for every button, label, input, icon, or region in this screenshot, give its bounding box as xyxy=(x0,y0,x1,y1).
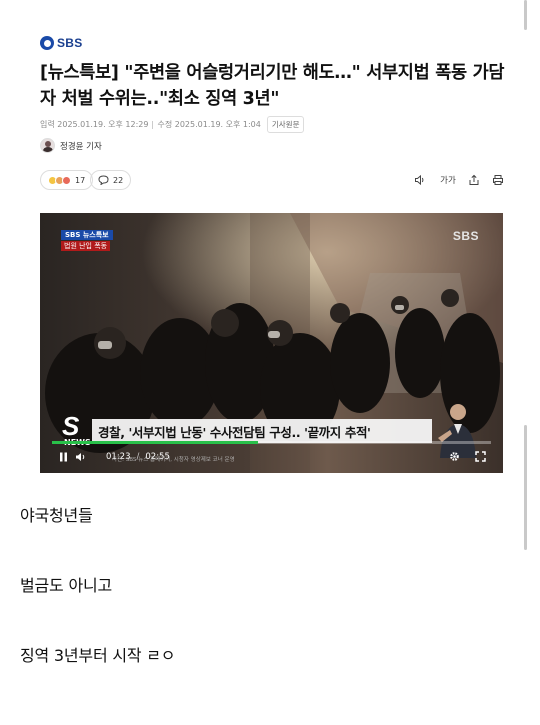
scrollbar-thumb[interactable] xyxy=(524,425,527,550)
comment-line-1: 야국청년들 xyxy=(20,506,93,525)
published-time: 입력 2025.01.19. 오후 12:29 xyxy=(40,120,149,129)
comment-count: 22 xyxy=(113,175,124,185)
article-title: [뉴스특보] "주변을 어슬렁거리기만 해도…" 서부지법 폭동 가담자 처벌 … xyxy=(40,63,505,109)
comment-bubble-icon xyxy=(98,175,109,185)
reactions-button[interactable]: 17 xyxy=(40,170,94,190)
divider xyxy=(152,120,154,129)
badge-topic: 법원 난입 폭동 xyxy=(61,241,111,251)
comment-line-2: 벌금도 아니고 xyxy=(20,576,113,595)
article-meta: 입력 2025.01.19. 오후 12:29 수정 2025.01.19. 오… xyxy=(40,116,305,133)
original-article-button[interactable]: 기사원문 xyxy=(266,116,305,133)
reaction-count: 17 xyxy=(75,175,86,185)
comment-line-3: 징역 3년부터 시작 ㄹㅇ xyxy=(20,646,176,665)
share-icon[interactable] xyxy=(466,172,482,188)
reporter-byline[interactable]: 정경윤 기자 xyxy=(40,138,102,153)
font-size-label: 가가 xyxy=(440,176,456,186)
video-progress-fill xyxy=(52,441,259,444)
video-player[interactable]: SBS 뉴스특보 법원 난입 폭동 SBS S NEWS 경찰, '서부지법 난… xyxy=(40,213,503,473)
broadcast-badge: SBS 뉴스특보 법원 난입 폭동 xyxy=(61,230,113,251)
pause-icon[interactable] xyxy=(56,450,70,464)
article-actions: 17 22 가가 xyxy=(40,170,505,190)
comments-button[interactable]: 22 xyxy=(90,170,132,190)
font-size-icon[interactable]: 가가 xyxy=(438,172,458,188)
video-progress-bar[interactable] xyxy=(52,441,491,444)
news-caption: 경찰, '서부지법 난동' 수사전담팀 구성.. '끝까지 추적' xyxy=(92,419,432,443)
sbs-logo-text: SBS xyxy=(57,36,83,50)
reaction-emoji-icon xyxy=(48,175,71,185)
volume-icon[interactable] xyxy=(74,450,88,464)
sbs-logo-mark xyxy=(40,36,54,50)
print-icon[interactable] xyxy=(490,172,506,188)
settings-gear-icon[interactable] xyxy=(447,449,461,463)
sbs-logo[interactable]: SBS xyxy=(40,36,83,50)
sbs-watermark: SBS xyxy=(452,229,479,243)
scrollbar-top[interactable] xyxy=(524,0,527,30)
fullscreen-icon[interactable] xyxy=(473,449,487,463)
updated-time: 수정 2025.01.19. 오후 1:04 xyxy=(157,120,261,129)
reporter-name: 정경윤 기자 xyxy=(60,141,102,152)
reporter-avatar xyxy=(40,138,55,153)
video-fine-print: 사진: SBS 뉴스 홈페이지, 시청자 영상제보 코너 운영 xyxy=(112,457,235,463)
speaker-icon[interactable] xyxy=(412,172,428,188)
badge-program: SBS 뉴스특보 xyxy=(61,230,113,240)
